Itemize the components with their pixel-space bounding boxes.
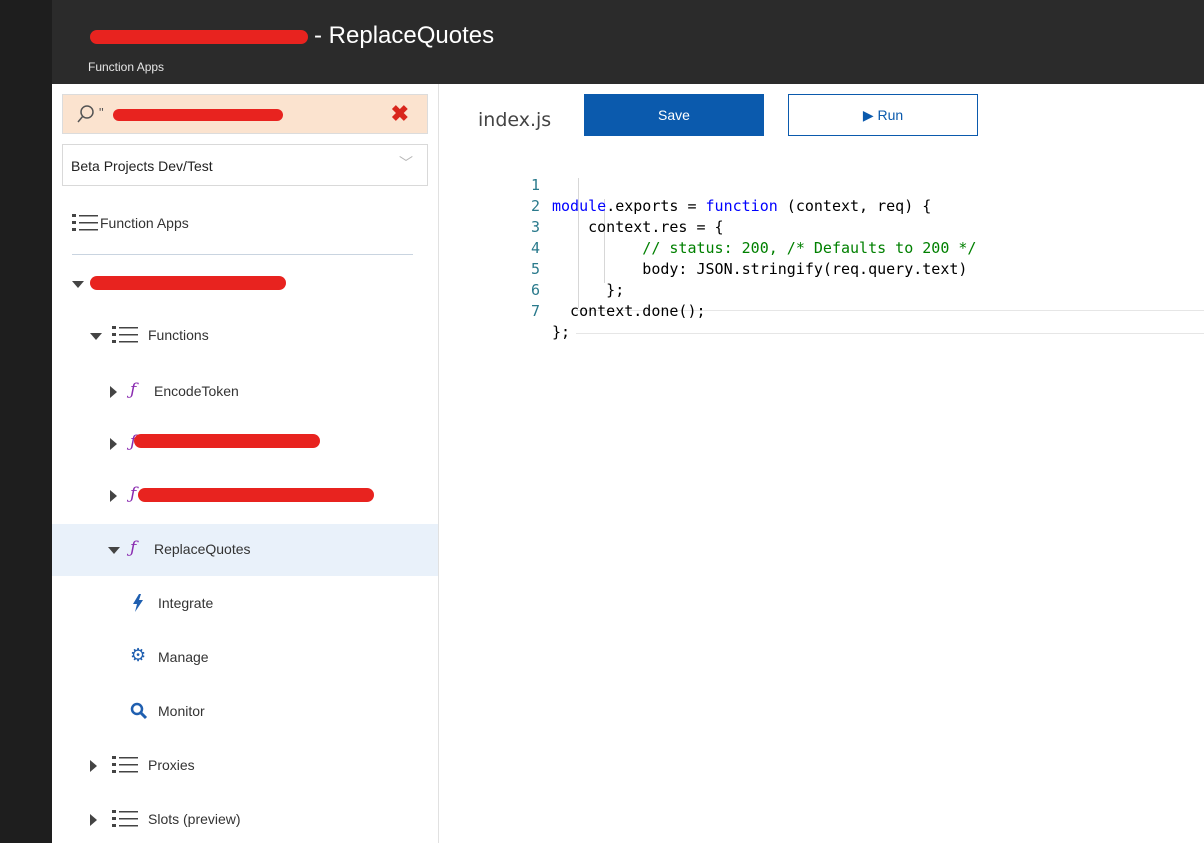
subscription-dropdown[interactable]: Beta Projects Dev/Test ﹀ [62, 144, 428, 186]
code-line: 4 body: JSON.stringify(req.query.text) [500, 217, 1204, 278]
code-line: 1 module.exports = function (context, re… [500, 154, 1204, 215]
search-text: " [99, 105, 104, 120]
lightning-icon [133, 594, 143, 612]
tree-item-function-app[interactable] [52, 258, 438, 310]
blade-header: - ReplaceQuotes Function Apps [52, 0, 1204, 84]
manage-label: Manage [158, 649, 209, 665]
function-label: EncodeToken [154, 383, 239, 399]
code-editor[interactable]: 1 module.exports = function (context, re… [500, 154, 1204, 341]
code-line: 3 // status: 200, /* Defaults to 200 */ [500, 196, 1204, 257]
caret-down-icon [72, 281, 84, 288]
code-line: 5 }; [500, 238, 1204, 299]
caret-right-icon [110, 386, 117, 398]
blade-subtitle: Function Apps [88, 60, 165, 74]
search-icon [130, 702, 148, 720]
function-icon: ƒ [130, 484, 137, 504]
redacted-function-name [134, 434, 320, 448]
function-apps-sidebar: " ✖ Beta Projects Dev/Test ﹀ Function Ap… [52, 84, 439, 843]
function-icon: ƒ [130, 380, 137, 400]
tree-item-redacted-function[interactable]: ƒ [52, 418, 438, 470]
clear-search-icon[interactable]: ✖ [391, 101, 409, 127]
slots-label: Slots (preview) [148, 811, 241, 827]
function-label: ReplaceQuotes [154, 541, 251, 557]
tree-item-proxies[interactable]: Proxies [52, 740, 438, 792]
functions-label: Functions [148, 327, 209, 343]
tree-item-slots[interactable]: Slots (preview) [52, 794, 438, 846]
tree-item-monitor[interactable]: Monitor [52, 686, 438, 738]
run-label: Run [877, 107, 904, 123]
run-button[interactable]: ▶ Run [788, 94, 978, 136]
caret-right-icon [110, 490, 117, 502]
search-box[interactable]: " ✖ [62, 94, 428, 134]
code-line: 7 }; [500, 280, 1204, 341]
blade-title: - ReplaceQuotes [314, 22, 495, 49]
play-icon: ▶ [862, 107, 874, 123]
caret-right-icon [110, 438, 117, 450]
tree-item-manage[interactable]: ⚙ Manage [52, 632, 438, 684]
redacted-app-name [90, 276, 286, 290]
proxies-label: Proxies [148, 757, 195, 773]
function-apps-label: Function Apps [100, 215, 189, 231]
line-content: context.done(); [552, 302, 706, 320]
tree-item-integrate[interactable]: Integrate [52, 578, 438, 630]
list-icon [112, 326, 138, 343]
code-line: 2 context.res = { [500, 175, 1204, 236]
caret-right-icon [90, 814, 97, 826]
redacted-search-text [113, 109, 283, 121]
search-icon [77, 105, 94, 123]
save-button[interactable]: Save [584, 94, 764, 136]
caret-down-icon [90, 333, 102, 340]
tree-item-redacted-function[interactable]: ƒ [52, 470, 438, 522]
subscription-value: Beta Projects Dev/Test [71, 158, 213, 174]
integrate-label: Integrate [158, 595, 214, 611]
chevron-down-icon: ﹀ [399, 155, 413, 171]
caret-down-icon [108, 547, 120, 554]
monitor-label: Monitor [158, 703, 205, 719]
list-icon [112, 810, 138, 827]
line-number: 7 [530, 302, 540, 320]
caret-right-icon [90, 760, 97, 772]
function-icon: ƒ [130, 538, 137, 558]
list-icon [72, 214, 98, 231]
tree-item-functions[interactable]: Functions [52, 310, 438, 362]
editor-filename: index.js [478, 109, 552, 131]
redacted-title [90, 30, 308, 44]
redacted-function-name [138, 488, 374, 502]
line-content: }; [552, 323, 571, 341]
left-nav-bar [0, 0, 52, 843]
divider [72, 254, 413, 255]
tree-item-encodetoken[interactable]: ƒ EncodeToken [52, 366, 438, 418]
code-line: 6 context.done(); [500, 259, 1204, 320]
gear-icon: ⚙ [130, 645, 147, 665]
sidebar-item-function-apps[interactable]: Function Apps [52, 198, 438, 250]
list-icon [112, 756, 138, 773]
tree-item-replacequotes[interactable]: ƒ ReplaceQuotes [52, 524, 438, 576]
